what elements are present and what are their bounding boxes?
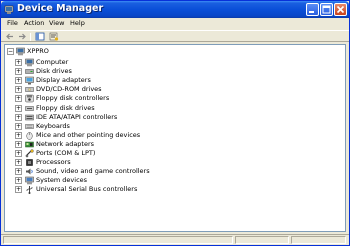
expand-icon[interactable]: +	[15, 77, 22, 85]
tree-category-label: Keyboards	[36, 121, 70, 130]
menu-view[interactable]: View	[49, 19, 64, 27]
expand-icon[interactable]: +	[15, 131, 22, 139]
floppy-controller-icon	[25, 95, 34, 103]
port-icon	[25, 149, 34, 158]
tree-category[interactable]: + Processors	[15, 158, 215, 167]
tree-category[interactable]: + Floppy disk controllers	[15, 94, 215, 103]
tree-category[interactable]: + DVD/CD-ROM drives	[15, 85, 215, 94]
cdrom-icon	[25, 87, 34, 93]
expand-icon[interactable]: +	[15, 113, 22, 121]
tree-category[interactable]: + IDE ATA/ATAPI controllers	[15, 113, 215, 122]
tree-category[interactable]: + Sound, video and game controllers	[15, 167, 215, 176]
status-bar	[1, 234, 349, 245]
tree-category[interactable]: + Network adapters	[15, 140, 215, 149]
properties-button[interactable]	[49, 32, 59, 41]
tree-category-label: Display adapters	[36, 76, 91, 85]
network-adapter-icon	[25, 141, 34, 148]
properties-icon	[49, 32, 59, 41]
ide-controller-icon	[25, 114, 34, 120]
display-adapter-icon	[25, 76, 34, 85]
tree-root[interactable]: − XPPRO	[7, 47, 107, 56]
computer-icon	[25, 58, 34, 67]
tree-category[interactable]: + Display adapters	[15, 76, 215, 85]
device-manager-window: Device Manager File Action View Help − X…	[0, 0, 350, 246]
expand-icon[interactable]: +	[15, 104, 22, 112]
tree-category-label: Network adapters	[36, 139, 95, 148]
processor-icon	[26, 159, 33, 166]
tree-category-label: Sound, video and game controllers	[36, 167, 150, 176]
close-icon	[336, 5, 345, 14]
back-arrow-icon	[6, 33, 13, 40]
tree-category-label: Floppy disk drives	[36, 103, 95, 112]
tree-category[interactable]: + Mice and other pointing devices	[15, 131, 215, 140]
expand-icon[interactable]: +	[15, 86, 22, 94]
device-tree[interactable]: − XPPRO + Computer + Disk drives + Display ad…	[4, 44, 346, 232]
tree-category[interactable]: + Universal Serial Bus controllers	[15, 185, 215, 195]
toolbar	[1, 30, 349, 42]
forward-button[interactable]	[17, 32, 27, 41]
status-pane-2	[235, 236, 289, 244]
status-pane-main	[3, 236, 233, 244]
back-button[interactable]	[5, 32, 15, 41]
title-bar[interactable]: Device Manager	[1, 1, 349, 18]
tree-category-label: System devices	[36, 176, 88, 185]
tree-category-label: Floppy disk controllers	[36, 94, 110, 103]
disk-drive-icon	[25, 69, 34, 74]
tree-root-label: XPPRO	[27, 47, 49, 55]
floppy-drive-icon	[25, 105, 34, 111]
collapse-icon[interactable]: −	[7, 48, 14, 55]
menu-help[interactable]: Help	[70, 19, 85, 27]
tree-category[interactable]: + Keyboards	[15, 122, 215, 131]
window-title: Device Manager	[17, 3, 104, 14]
minimize-icon	[309, 11, 314, 13]
expand-icon[interactable]: +	[15, 186, 22, 194]
tree-category-label: Universal Serial Bus controllers	[36, 185, 138, 194]
forward-arrow-icon	[19, 33, 26, 40]
expand-icon[interactable]: +	[15, 122, 22, 130]
expand-icon[interactable]: +	[15, 140, 22, 148]
expand-icon[interactable]: +	[15, 150, 22, 157]
tree-category-label: DVD/CD-ROM drives	[36, 85, 102, 94]
menu-file[interactable]: File	[7, 19, 18, 27]
expand-icon[interactable]: +	[15, 159, 22, 167]
maximize-button[interactable]	[320, 3, 333, 16]
console-tree-icon	[35, 32, 45, 41]
tree-category[interactable]: + Disk drives	[15, 67, 215, 76]
device-manager-icon	[4, 5, 14, 14]
tree-category[interactable]: + System devices	[15, 176, 215, 185]
maximize-icon	[322, 5, 331, 14]
close-button[interactable]	[334, 3, 347, 16]
expand-icon[interactable]: +	[15, 168, 22, 176]
tree-category[interactable]: + Computer	[15, 58, 215, 67]
menu-action[interactable]: Action	[24, 19, 44, 27]
expand-icon[interactable]: +	[15, 177, 22, 185]
expand-icon[interactable]: +	[15, 95, 22, 103]
tree-category[interactable]: + Floppy disk drives	[15, 104, 215, 113]
tree-category-label: Computer	[36, 58, 69, 66]
tree-category-label: Mice and other pointing devices	[36, 130, 141, 139]
expand-icon[interactable]: +	[15, 59, 22, 66]
usb-icon	[26, 186, 33, 195]
show-hide-tree-button[interactable]	[35, 32, 45, 41]
tree-category[interactable]: + Ports (COM & LPT)	[15, 149, 215, 158]
tree-category-label: Ports (COM & LPT)	[36, 149, 96, 157]
menu-bar: File Action View Help	[1, 18, 349, 30]
tree-category-label: Processors	[36, 158, 71, 167]
system-device-icon	[25, 177, 34, 185]
tree-category-label: Disk drives	[36, 67, 72, 76]
minimize-button[interactable]	[306, 3, 319, 16]
status-pane-3	[291, 236, 346, 244]
mouse-icon	[26, 132, 33, 140]
computer-icon	[16, 47, 25, 56]
sound-icon	[26, 168, 33, 175]
expand-icon[interactable]: +	[15, 68, 22, 76]
tree-category-label: IDE ATA/ATAPI controllers	[36, 112, 118, 121]
keyboard-icon	[25, 123, 34, 129]
toolbar-separator	[30, 33, 31, 41]
